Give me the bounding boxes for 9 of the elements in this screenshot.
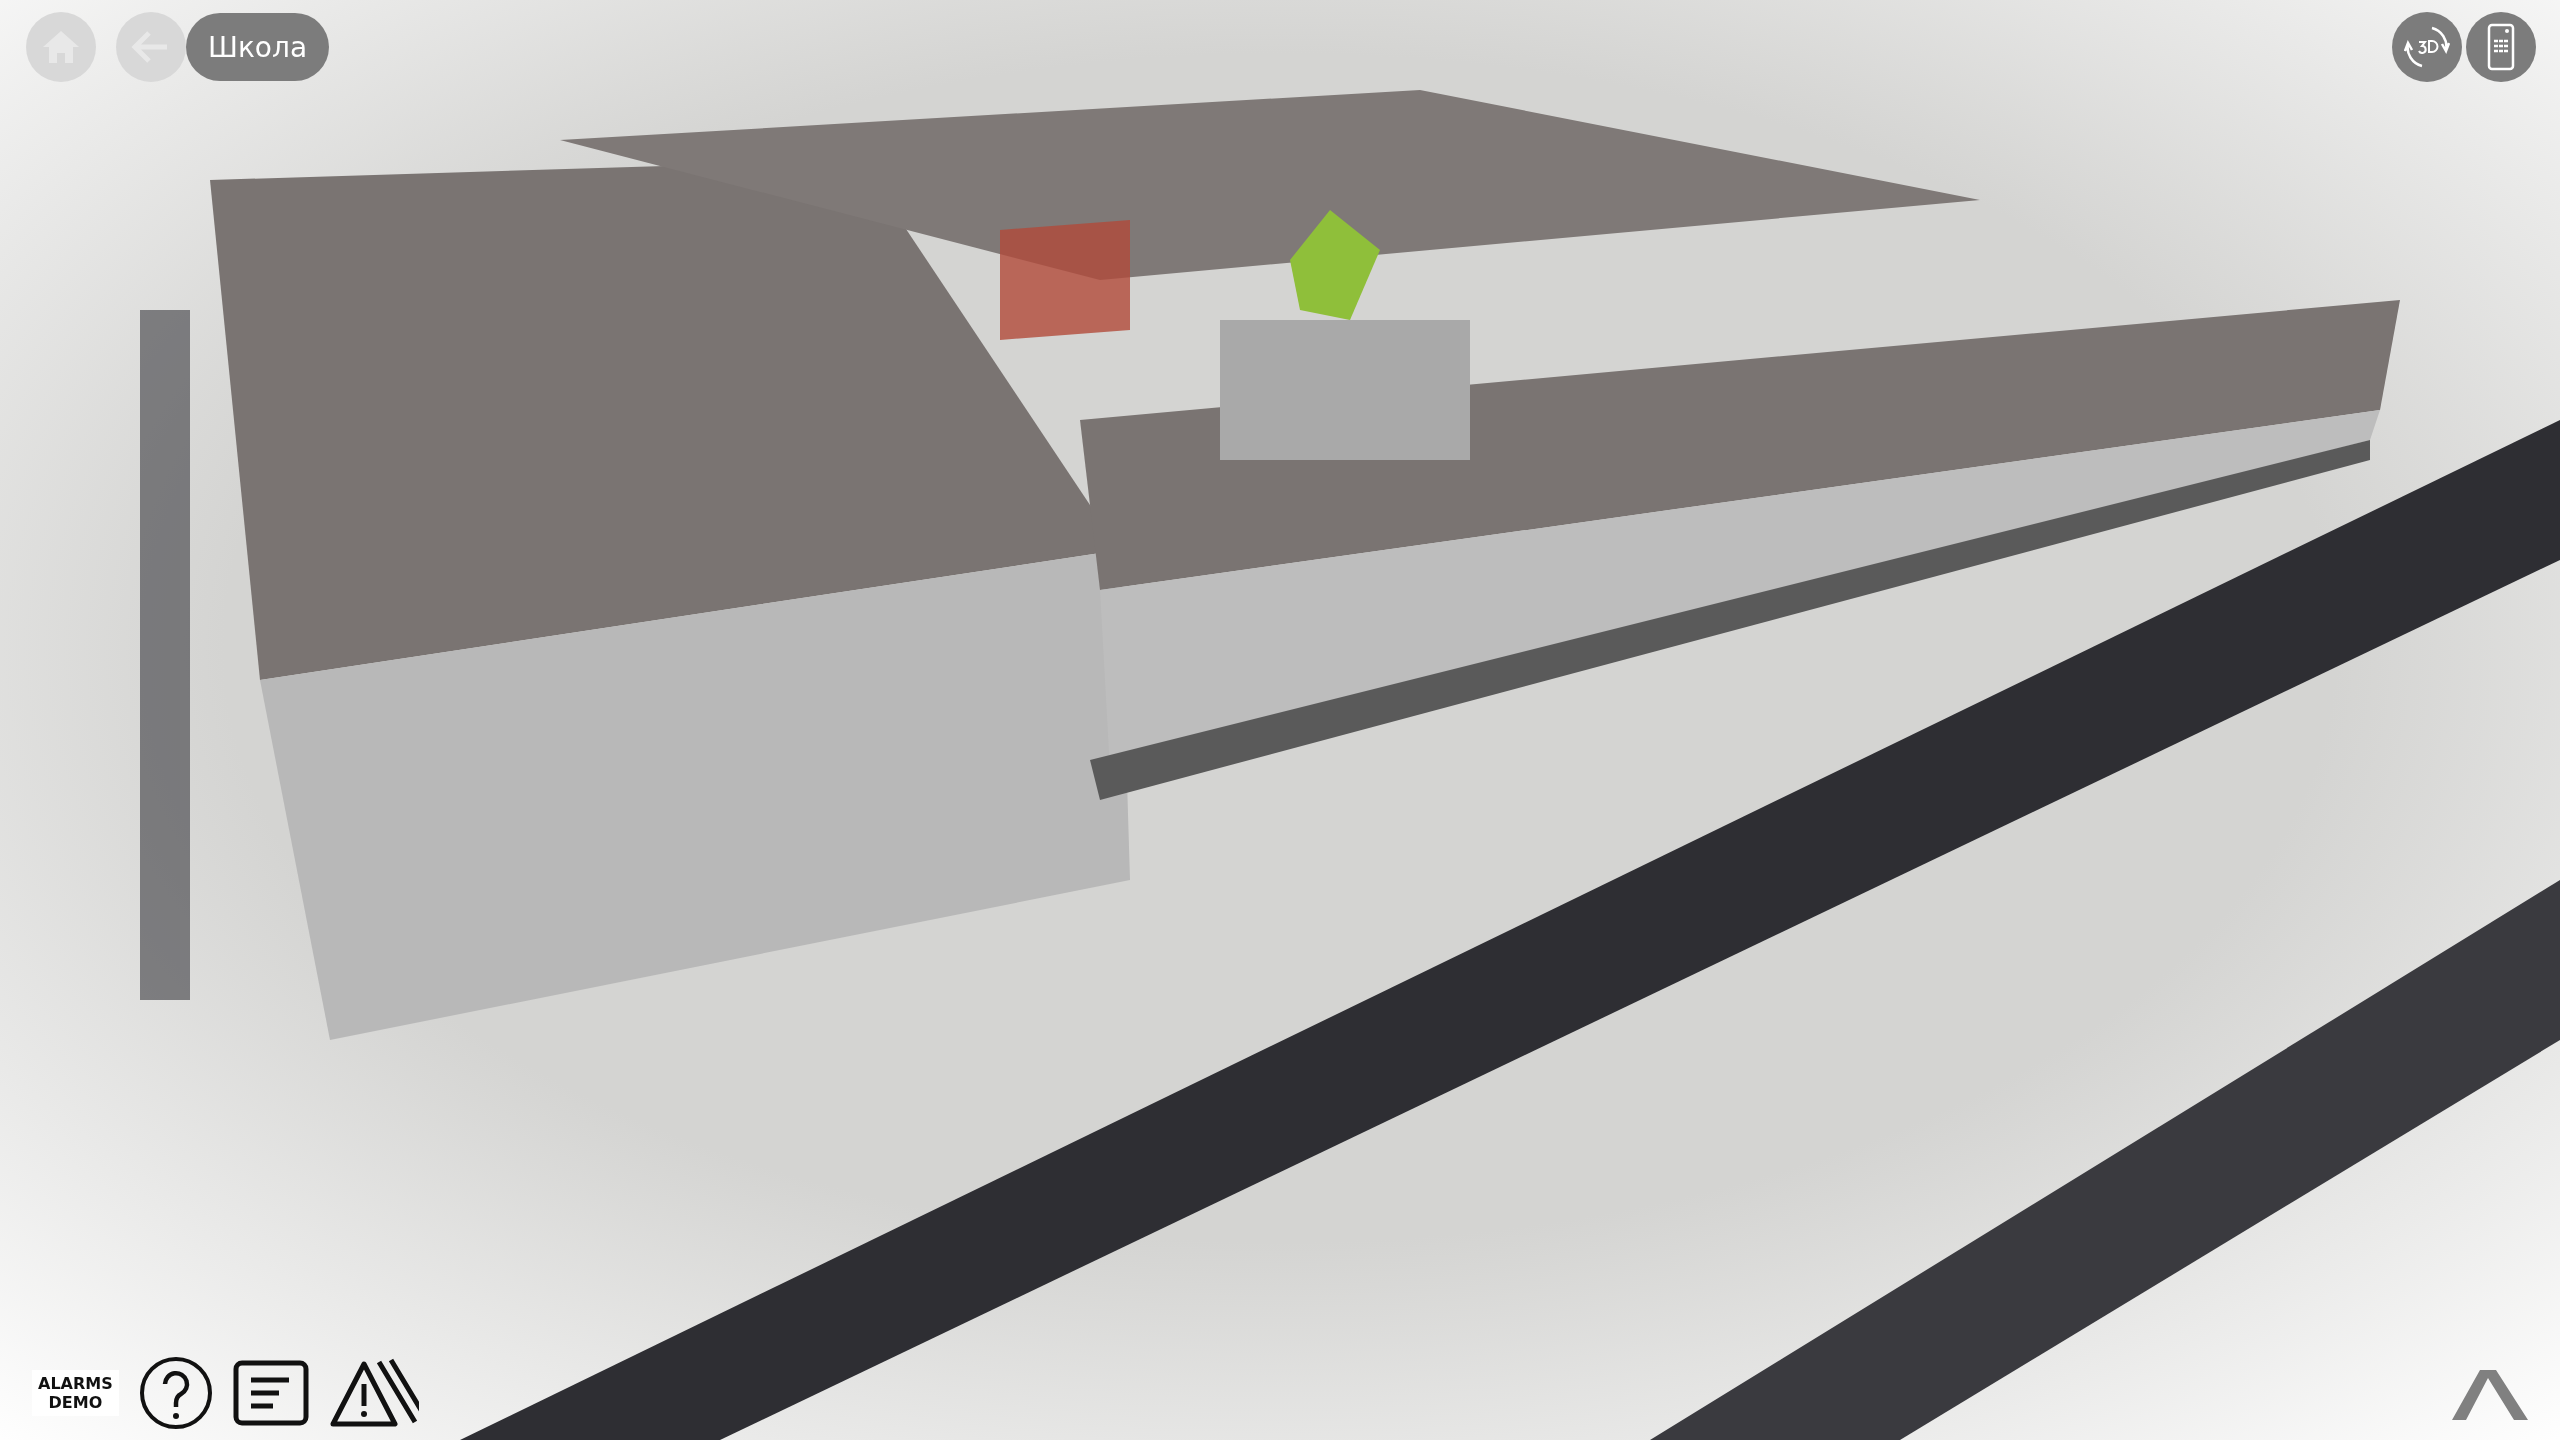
caret-logo-icon xyxy=(2452,1370,2528,1420)
rotate-3d-icon xyxy=(2404,24,2450,70)
remote-control-icon xyxy=(2487,23,2515,71)
brand-text: ALARMS xyxy=(38,1373,113,1393)
breadcrumb-button[interactable]: Школа xyxy=(186,13,330,81)
brand-text: DEMO xyxy=(48,1393,103,1413)
alarm-warning-icon[interactable] xyxy=(328,1358,419,1428)
help-icon[interactable] xyxy=(138,1356,213,1430)
list-icon[interactable] xyxy=(232,1360,309,1426)
